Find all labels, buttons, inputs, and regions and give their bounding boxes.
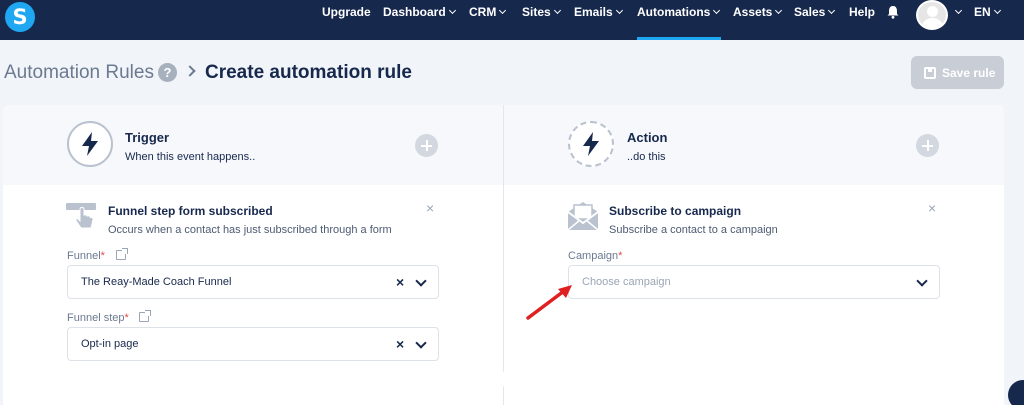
nav-sites[interactable]: Sites: [522, 0, 561, 40]
help-icon[interactable]: ?: [158, 63, 177, 82]
save-rule-button[interactable]: Save rule: [911, 56, 1004, 89]
chevron-down-icon: [448, 6, 456, 15]
chevron-down-icon: [993, 6, 1001, 15]
nav-upgrade[interactable]: Upgrade: [322, 0, 371, 40]
campaign-envelope-icon: [567, 202, 599, 231]
chevron-down-icon: [713, 6, 721, 15]
top-navigation: S Upgrade Dashboard CRM Sites Emails Aut…: [0, 0, 1024, 40]
annotation-arrow: [526, 285, 572, 320]
chevron-down-icon: [775, 6, 783, 15]
nav-automations[interactable]: Automations: [637, 0, 721, 40]
chevron-down-icon: [828, 6, 836, 15]
form-click-icon: [66, 203, 96, 229]
chevron-down-icon[interactable]: [415, 275, 427, 287]
nav-emails[interactable]: Emails: [574, 0, 623, 40]
campaign-label: Campaign*: [568, 250, 623, 262]
clear-icon[interactable]: ×: [396, 274, 404, 290]
nav-dashboard[interactable]: Dashboard: [383, 0, 456, 40]
chevron-down-icon: [499, 6, 507, 15]
chevron-down-icon[interactable]: [916, 275, 928, 287]
lightning-icon: [568, 121, 614, 167]
action-subtitle: ..do this: [627, 151, 666, 163]
action-card-description: Subscribe a contact to a campaign: [609, 224, 778, 236]
page-title: Create automation rule: [205, 62, 412, 83]
trigger-card-description: Occurs when a contact has just subscribe…: [108, 224, 392, 236]
funnel-select[interactable]: The Reay-Made Coach Funnel ×: [67, 265, 439, 299]
user-menu-toggle[interactable]: [952, 0, 963, 40]
action-header: Action ..do this: [504, 105, 1004, 185]
chevron-right-icon: [184, 65, 196, 77]
chevron-down-icon: [553, 6, 561, 15]
remove-action-icon[interactable]: ×: [928, 200, 936, 216]
chevron-down-icon: [954, 6, 963, 15]
chat-widget-button[interactable]: [1008, 380, 1024, 405]
nav-sales[interactable]: Sales: [794, 0, 836, 40]
app-logo[interactable]: S: [5, 2, 35, 32]
nav-help[interactable]: Help: [849, 0, 875, 40]
nav-crm[interactable]: CRM: [469, 0, 507, 40]
chevron-down-icon[interactable]: [415, 337, 427, 349]
funnel-step-select[interactable]: Opt-in page ×: [67, 327, 439, 361]
action-card-title: Subscribe to campaign: [609, 204, 742, 218]
lightning-icon: [67, 121, 113, 167]
language-selector[interactable]: EN: [974, 0, 1001, 40]
avatar[interactable]: [916, 0, 948, 30]
trigger-title: Trigger: [125, 130, 170, 145]
funnel-step-label: Funnel step*: [67, 312, 129, 324]
trigger-panel: Trigger When this event happens.. Funnel…: [3, 105, 503, 405]
trigger-subtitle: When this event happens..: [125, 151, 256, 163]
active-tab-indicator: [637, 37, 721, 40]
remove-trigger-icon[interactable]: ×: [426, 200, 434, 216]
external-link-icon[interactable]: [139, 310, 151, 322]
save-icon: [924, 67, 936, 79]
action-title: Action: [627, 130, 668, 145]
trigger-header: Trigger When this event happens..: [3, 105, 503, 185]
clear-icon[interactable]: ×: [396, 336, 404, 352]
nav-assets[interactable]: Assets: [733, 0, 783, 40]
trigger-card-title: Funnel step form subscribed: [108, 204, 273, 218]
action-panel: Action ..do this Subscribe to campaign S…: [504, 105, 1004, 405]
campaign-select[interactable]: Choose campaign: [568, 265, 940, 299]
breadcrumb-automation-rules[interactable]: Automation Rules: [4, 62, 154, 84]
funnel-label: Funnel*: [67, 250, 105, 262]
add-action-button[interactable]: [916, 134, 939, 157]
bell-icon[interactable]: [886, 5, 900, 19]
chevron-down-icon: [615, 6, 623, 15]
add-trigger-button[interactable]: [415, 134, 438, 157]
external-link-icon[interactable]: [116, 248, 128, 260]
